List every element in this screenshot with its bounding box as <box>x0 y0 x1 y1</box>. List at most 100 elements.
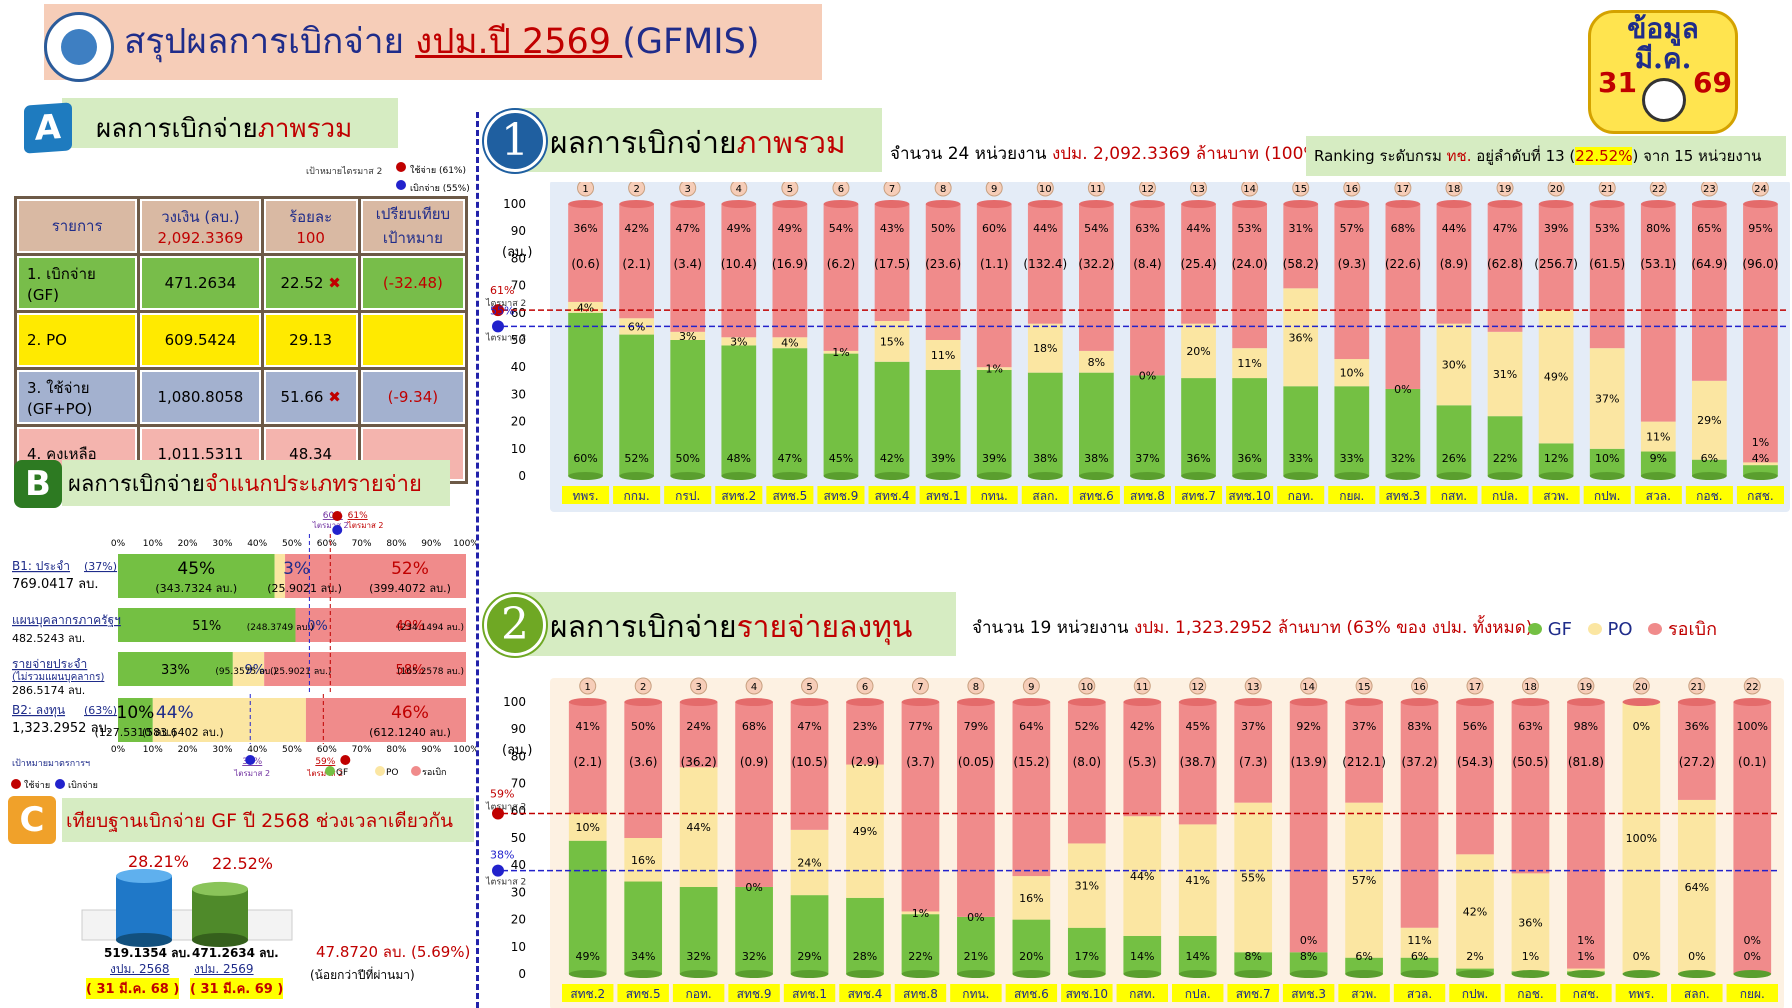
remaining-label: 44% <box>1442 222 1466 235</box>
remaining-label: 36% <box>573 222 597 235</box>
gf-label: 6% <box>1701 452 1718 465</box>
row-label: B2: ลงทุน <box>12 703 65 718</box>
remaining-amount: (10.4) <box>721 257 757 271</box>
bar-cap <box>1067 698 1106 706</box>
target-disb-quarter: ไตรมาส 2 <box>485 877 526 888</box>
y-tick-label: 100 <box>503 197 526 211</box>
bar-gf <box>1487 416 1523 476</box>
bar-remaining <box>1283 204 1319 289</box>
remaining-label: 23% <box>853 720 877 733</box>
remaining-amount: (612.1240 ลบ.) <box>369 726 451 739</box>
y-tick-label: 40 <box>511 360 526 374</box>
gf-label: 22% <box>908 950 932 963</box>
gf-label: 10% <box>1595 452 1619 465</box>
rank-number: 1 <box>582 184 588 195</box>
remaining-amount: (165.2578 ลบ.) <box>397 667 464 677</box>
col-header-compare: เปรียบเทียบ เป้าหมาย <box>360 199 465 253</box>
rank-number: 11 <box>1136 682 1149 693</box>
y-tick-label: 20 <box>511 415 526 429</box>
remaining-label: 100% <box>1737 720 1768 733</box>
category-label: สทช.9 <box>737 987 772 1001</box>
remaining-amount: (7.3) <box>1239 755 1267 769</box>
gf-label: 47% <box>778 452 802 465</box>
year-2568: งปม. 2568 <box>110 962 170 976</box>
chart2-title: ผลการเบิกจ่ายรายจ่ายลงทุน <box>550 610 913 645</box>
remaining-amount: (3.4) <box>673 257 701 271</box>
y-tick-label: 10 <box>511 940 526 954</box>
bar-cap <box>1640 200 1676 208</box>
legend-label: รอเบิก <box>422 767 446 778</box>
remaining-label: 79% <box>964 720 988 733</box>
bar-cap <box>1622 698 1661 706</box>
y-tick-label: 0 <box>518 967 526 981</box>
table-row: 3. ใช้จ่าย (GF+PO) 1,080.8058 51.66 ✖ (-9… <box>17 370 465 424</box>
bar-remaining <box>957 702 995 917</box>
x-tick-label: 70% <box>352 539 372 549</box>
remaining-percent: 52% <box>391 559 429 579</box>
remaining-amount: (96.0) <box>1742 257 1778 271</box>
bar-base <box>1334 472 1370 480</box>
remaining-label: 83% <box>1407 720 1431 733</box>
remaining-amount: (64.9) <box>1691 257 1727 271</box>
bar-base <box>568 970 607 978</box>
x-tick-label: 20% <box>178 745 198 755</box>
rank-number: 7 <box>889 184 895 195</box>
marker-61-quarter: ไตรมาส 2 <box>347 521 384 530</box>
remaining-amount: (50.5) <box>1512 755 1548 769</box>
row-label: B1: ประจำ <box>12 559 70 573</box>
x-tick-label: 10% <box>143 745 163 755</box>
bar-cap <box>976 200 1012 208</box>
remaining-amount: (8.0) <box>1073 755 1101 769</box>
fail-icon: ✖ <box>328 388 341 406</box>
category-label: สทช.8 <box>903 987 938 1001</box>
remaining-amount: (9.3) <box>1338 257 1366 271</box>
rank-number: 6 <box>862 682 868 693</box>
remaining-label: 31% <box>1288 222 1312 235</box>
remaining-label: 53% <box>1595 222 1619 235</box>
rank-number: 5 <box>787 184 793 195</box>
target-spend-quarter: ไตรมาส 2 <box>485 802 526 813</box>
row-amount: 769.0417 ลบ. <box>12 577 99 592</box>
bar-base <box>772 472 808 480</box>
fail-icon: ✖ <box>328 274 341 292</box>
bar-base <box>874 472 910 480</box>
remaining-amount: (62.8) <box>1487 257 1523 271</box>
po-label: 0% <box>967 911 984 924</box>
bar-base <box>1123 970 1162 978</box>
po-label: 1% <box>985 363 1002 376</box>
po-label: 36% <box>1518 916 1542 929</box>
category-label: กอท. <box>1288 489 1314 503</box>
po-label: 30% <box>1442 358 1466 371</box>
difference-value: 47.8720 ลบ. (5.69%) <box>316 943 471 961</box>
category-label: กทน. <box>962 987 989 1001</box>
legend-spend: ใช้จ่าย (61%) <box>410 166 466 176</box>
bar-cap <box>619 200 654 208</box>
po-label: 42% <box>1463 905 1487 918</box>
marker-59-label: 59% <box>315 757 335 767</box>
po-label: 44% <box>686 821 710 834</box>
target-disb-label: 38% <box>490 849 514 862</box>
remaining-amount: (17.5) <box>874 257 910 271</box>
rank-number: 3 <box>695 682 701 693</box>
pct-2569: 22.52% <box>212 854 274 873</box>
po-label: 49% <box>1544 371 1568 384</box>
rank-number: 8 <box>940 184 946 195</box>
remaining-amount: (38.7) <box>1180 755 1216 769</box>
bar-base <box>1436 472 1472 480</box>
remaining-amount: (1.1) <box>980 257 1008 271</box>
y-tick-label: 90 <box>511 722 526 736</box>
gf-label: 6% <box>1411 950 1428 963</box>
remaining-amount: (2.1) <box>622 257 650 271</box>
bar-cap <box>1511 698 1550 706</box>
po-label: 10% <box>576 821 600 834</box>
bar-cap <box>1027 200 1063 208</box>
po-label: 1% <box>832 346 849 359</box>
category-label: สทช.2 <box>570 987 605 1001</box>
year-2569: งปม. 2569 <box>194 962 254 976</box>
row-amount: 1,323.2952 ลบ. <box>12 721 111 736</box>
bar-cap <box>1677 698 1716 706</box>
remaining-label: 63% <box>1135 222 1159 235</box>
category-label: สทช.10 <box>1228 489 1270 503</box>
divider <box>476 112 479 1008</box>
legend-target-label: เป้าหมายมาตรการฯ <box>12 758 90 769</box>
